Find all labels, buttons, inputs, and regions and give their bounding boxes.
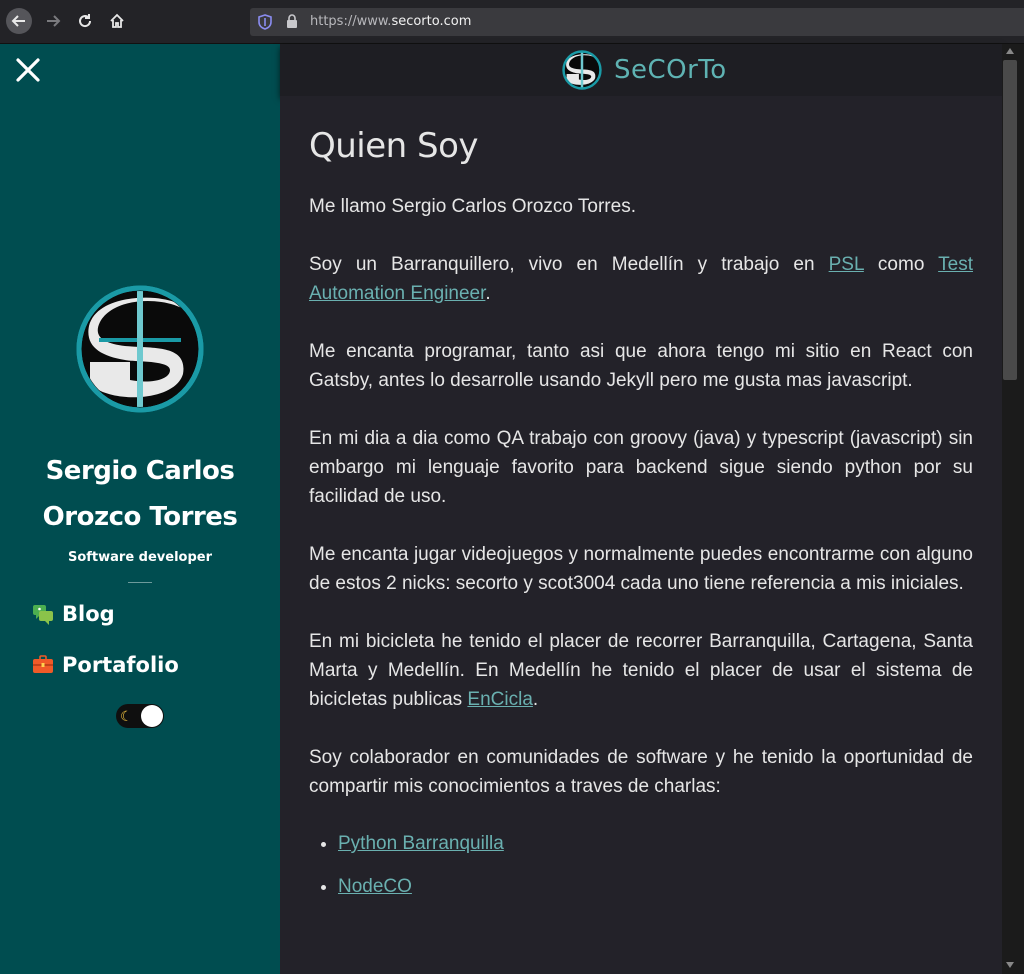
secorto-logo-small-icon: [562, 50, 602, 90]
paragraph-bike: En mi bicicleta he tenido el placer de r…: [309, 627, 973, 714]
nav-item-portafolio[interactable]: Portafolio: [32, 653, 179, 677]
reload-button[interactable]: [72, 8, 98, 34]
paragraph-work: Soy un Barranquillero, vivo en Medellín …: [309, 250, 973, 308]
toggle-knob: [141, 705, 163, 727]
home-button[interactable]: [104, 8, 130, 34]
link-encicla[interactable]: EnCicla: [467, 689, 532, 710]
close-sidebar-button[interactable]: [14, 56, 42, 84]
page-title: Quien Soy: [309, 126, 479, 166]
author-name-line2: Orozco Torres: [42, 502, 238, 532]
sidebar: Sergio Carlos Orozco Torres Software dev…: [0, 44, 280, 974]
paragraph-name: Me llamo Sergio Carlos Orozco Torres.: [309, 196, 636, 217]
link-nodeco[interactable]: NodeCO: [338, 876, 412, 897]
site-header: SeCOrTo: [280, 44, 1002, 96]
paragraph-work-mid: como: [863, 254, 939, 275]
nav-item-portafolio-label: Portafolio: [62, 653, 179, 677]
list-item: NodeCO: [338, 872, 973, 901]
scrollbar[interactable]: [1002, 44, 1024, 974]
avatar: [75, 284, 205, 414]
author-role: Software developer: [67, 550, 213, 565]
divider: [128, 582, 152, 583]
chat-icon: [33, 605, 53, 625]
paragraph-bike-text: En mi bicicleta he tenido el placer de r…: [309, 631, 973, 710]
link-psl[interactable]: PSL: [829, 254, 864, 275]
close-icon: [16, 58, 40, 82]
paragraph-programming: Me encanta programar, tanto asi que ahor…: [309, 341, 973, 391]
paragraph-games: Me encanta jugar videojuegos y normalmen…: [309, 544, 973, 594]
lock-icon[interactable]: [286, 14, 298, 29]
paragraph-communities: Soy colaborador en comunidades de softwa…: [309, 747, 973, 797]
brand-name: SeCOrTo: [614, 55, 727, 85]
url-domain: secorto.com: [391, 14, 472, 29]
address-bar[interactable]: https://www.secorto.com: [250, 8, 1024, 36]
briefcase-icon: [33, 655, 53, 673]
nav-item-blog-label: Blog: [62, 602, 115, 626]
link-python-barranquilla[interactable]: Python Barranquilla: [338, 833, 504, 854]
list-item: Python Barranquilla: [338, 829, 973, 858]
forward-button[interactable]: [40, 8, 66, 34]
paragraph-work-end: .: [485, 283, 491, 304]
paragraph-qa: En mi dia a dia como QA trabajo con groo…: [309, 428, 973, 507]
url-prefix: https://www.: [310, 14, 392, 29]
author-name: Sergio Carlos Orozco Torres: [20, 448, 260, 540]
theme-toggle[interactable]: ☾: [116, 704, 164, 728]
author-name-line1: Sergio Carlos: [45, 456, 235, 486]
reload-icon: [79, 14, 92, 28]
scroll-up-arrow-icon[interactable]: [1006, 48, 1014, 54]
home-icon: [110, 13, 124, 28]
site-brand[interactable]: SeCOrTo: [562, 50, 727, 90]
paragraph-work-text: Soy un Barranquillero, vivo en Medellín …: [309, 254, 829, 275]
moon-icon: ☾: [120, 708, 133, 724]
url-text[interactable]: https://www.secorto.com: [310, 14, 471, 29]
back-button[interactable]: [6, 8, 32, 34]
article: Quien Soy Me llamo Sergio Carlos Orozco …: [309, 96, 973, 915]
arrow-right-icon: [47, 15, 61, 27]
scroll-down-arrow-icon[interactable]: [1006, 962, 1014, 968]
main-content: Quien Soy Me llamo Sergio Carlos Orozco …: [280, 96, 1002, 974]
arrow-left-icon: [11, 15, 25, 27]
browser-toolbar: https://www.secorto.com: [0, 0, 1024, 44]
scrollbar-thumb[interactable]: [1003, 60, 1017, 380]
shield-icon[interactable]: [258, 14, 272, 30]
communities-list: Python Barranquilla NodeCO: [309, 829, 973, 901]
nav-item-blog[interactable]: Blog: [32, 602, 115, 626]
secorto-logo-icon: [76, 285, 204, 413]
paragraph-bike-end: .: [532, 689, 539, 710]
